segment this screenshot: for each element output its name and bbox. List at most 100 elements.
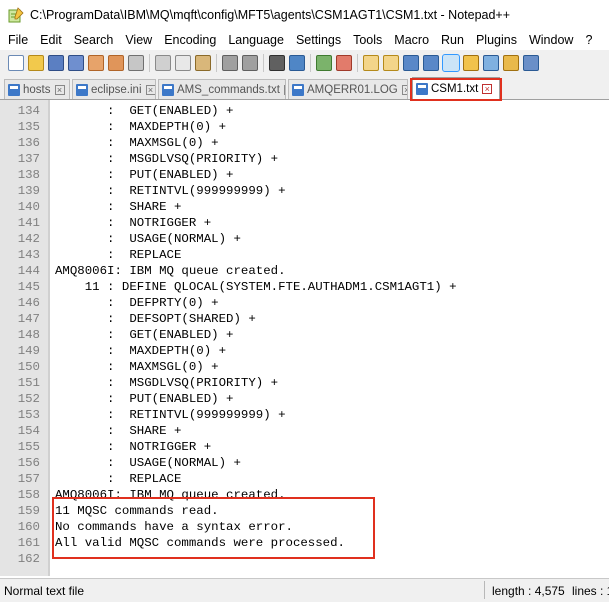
toolbar-separator [149, 54, 150, 72]
menu-search[interactable]: Search [67, 33, 119, 47]
file-icon [292, 83, 304, 96]
cut-icon[interactable] [155, 55, 171, 71]
menu-macro[interactable]: Macro [387, 33, 434, 47]
menu-plugins[interactable]: Plugins [469, 33, 522, 47]
tab-bar: hosts × eclipse.ini × AMS_commands.txt ×… [0, 76, 609, 100]
line-number: 147 [17, 312, 40, 326]
tab-close-icon[interactable]: × [401, 84, 407, 95]
tab-hosts[interactable]: hosts × [4, 79, 70, 99]
title-bar[interactable]: C:\ProgramData\IBM\MQ\mqft\config\MFT5\a… [0, 0, 609, 30]
menu-file[interactable]: File [0, 33, 33, 47]
close-all-icon[interactable] [108, 55, 124, 71]
sync-horizontal-icon[interactable] [383, 55, 399, 71]
line-text: : RETINTVL(999999999) + [55, 408, 286, 422]
menu-view[interactable]: View [118, 33, 157, 47]
tab-eclipse-ini[interactable]: eclipse.ini × [72, 79, 156, 99]
line-number: 156 [17, 456, 40, 470]
line-number: 160 [17, 520, 40, 534]
notepad-plus-plus-icon [8, 7, 24, 23]
paste-icon[interactable] [195, 55, 211, 71]
tab-label: hosts [23, 83, 51, 96]
menu-tools[interactable]: Tools [346, 33, 387, 47]
editor-line: 140 : SHARE + [0, 199, 609, 215]
menu-edit[interactable]: Edit [33, 33, 67, 47]
toolbar-separator [263, 54, 264, 72]
save-icon[interactable] [48, 55, 64, 71]
redo-icon[interactable] [242, 55, 258, 71]
find-icon[interactable] [269, 55, 285, 71]
editor-line: 143 : REPLACE [0, 247, 609, 263]
folder-workspace-icon[interactable] [503, 55, 519, 71]
menu-run[interactable]: Run [434, 33, 469, 47]
toolbar-separator [216, 54, 217, 72]
sync-vertical-icon[interactable] [363, 55, 379, 71]
editor-line: 144 AMQ8006I: IBM MQ queue created. [0, 263, 609, 279]
lines-status: lines : 1 [572, 584, 609, 598]
replace-icon[interactable] [289, 55, 305, 71]
tab-amqerr01-log[interactable]: AMQERR01.LOG × [288, 79, 408, 99]
line-text: : MAXMSGL(0) + [55, 360, 219, 374]
line-number: 134 [17, 104, 40, 118]
editor-line: 134 : GET(ENABLED) + [0, 103, 609, 119]
menu-encoding[interactable]: Encoding [157, 33, 221, 47]
save-all-icon[interactable] [68, 55, 84, 71]
length-status: length : 4,575 [492, 584, 565, 598]
tab-ams-commands[interactable]: AMS_commands.txt × [158, 79, 286, 99]
editor-line: 137 : MSGDLVSQ(PRIORITY) + [0, 151, 609, 167]
undo-icon[interactable] [222, 55, 238, 71]
line-number: 136 [17, 136, 40, 150]
line-number: 143 [17, 248, 40, 262]
line-number: 157 [17, 472, 40, 486]
line-text: : MAXDEPTH(0) + [55, 344, 227, 358]
menu-window[interactable]: Window [522, 33, 578, 47]
line-text: 11 : DEFINE QLOCAL(SYSTEM.FTE.AUTHADM1.C… [55, 280, 457, 294]
zoom-in-icon[interactable] [316, 55, 332, 71]
print-icon[interactable] [128, 55, 144, 71]
status-bar: Normal text file length : 4,575 lines : … [0, 578, 609, 602]
editor-line: 149 : MAXDEPTH(0) + [0, 343, 609, 359]
line-number: 158 [17, 488, 40, 502]
window-title: C:\ProgramData\IBM\MQ\mqft\config\MFT5\a… [30, 8, 511, 22]
editor-line: 153 : RETINTVL(999999999) + [0, 407, 609, 423]
show-all-characters-icon[interactable] [423, 55, 439, 71]
line-text: : MAXDEPTH(0) + [55, 120, 227, 134]
line-number: 159 [17, 504, 40, 518]
new-file-icon[interactable] [8, 55, 24, 71]
summary-output-highlight-box [52, 497, 375, 559]
line-text: : RETINTVL(999999999) + [55, 184, 286, 198]
tab-label: AMS_commands.txt [177, 83, 280, 96]
line-number: 162 [17, 552, 40, 566]
copy-icon[interactable] [175, 55, 191, 71]
editor-line: 152 : PUT(ENABLED) + [0, 391, 609, 407]
line-text: : SHARE + [55, 200, 182, 214]
toolbar-separator [310, 54, 311, 72]
line-number: 151 [17, 376, 40, 390]
editor-line: 142 : USAGE(NORMAL) + [0, 231, 609, 247]
indent-guide-icon[interactable] [442, 54, 460, 72]
line-text: : DEFSOPT(SHARED) + [55, 312, 256, 326]
zoom-out-icon[interactable] [336, 55, 352, 71]
editor-line: 136 : MAXMSGL(0) + [0, 135, 609, 151]
menu-settings[interactable]: Settings [289, 33, 346, 47]
line-number: 154 [17, 424, 40, 438]
menu-language[interactable]: Language [221, 33, 289, 47]
menu-help[interactable]: ? [578, 33, 597, 47]
line-number: 140 [17, 200, 40, 214]
tab-close-icon[interactable]: × [54, 84, 65, 95]
line-number: 148 [17, 328, 40, 342]
editor-line: 139 : RETINTVL(999999999) + [0, 183, 609, 199]
line-text: : NOTRIGGER + [55, 216, 212, 230]
word-wrap-icon[interactable] [403, 55, 419, 71]
open-file-icon[interactable] [28, 55, 44, 71]
editor-line: 157 : REPLACE [0, 471, 609, 487]
close-file-icon[interactable] [88, 55, 104, 71]
tab-close-icon[interactable]: × [145, 84, 155, 95]
line-text: : NOTRIGGER + [55, 440, 212, 454]
macro-record-icon[interactable] [523, 55, 539, 71]
tab-label: AMQERR01.LOG [307, 83, 398, 96]
active-tab-highlight-box [410, 78, 502, 101]
editor-line: 146 : DEFPRTY(0) + [0, 295, 609, 311]
document-map-icon[interactable] [463, 55, 479, 71]
function-list-icon[interactable] [483, 55, 499, 71]
tab-close-icon[interactable]: × [283, 84, 285, 95]
